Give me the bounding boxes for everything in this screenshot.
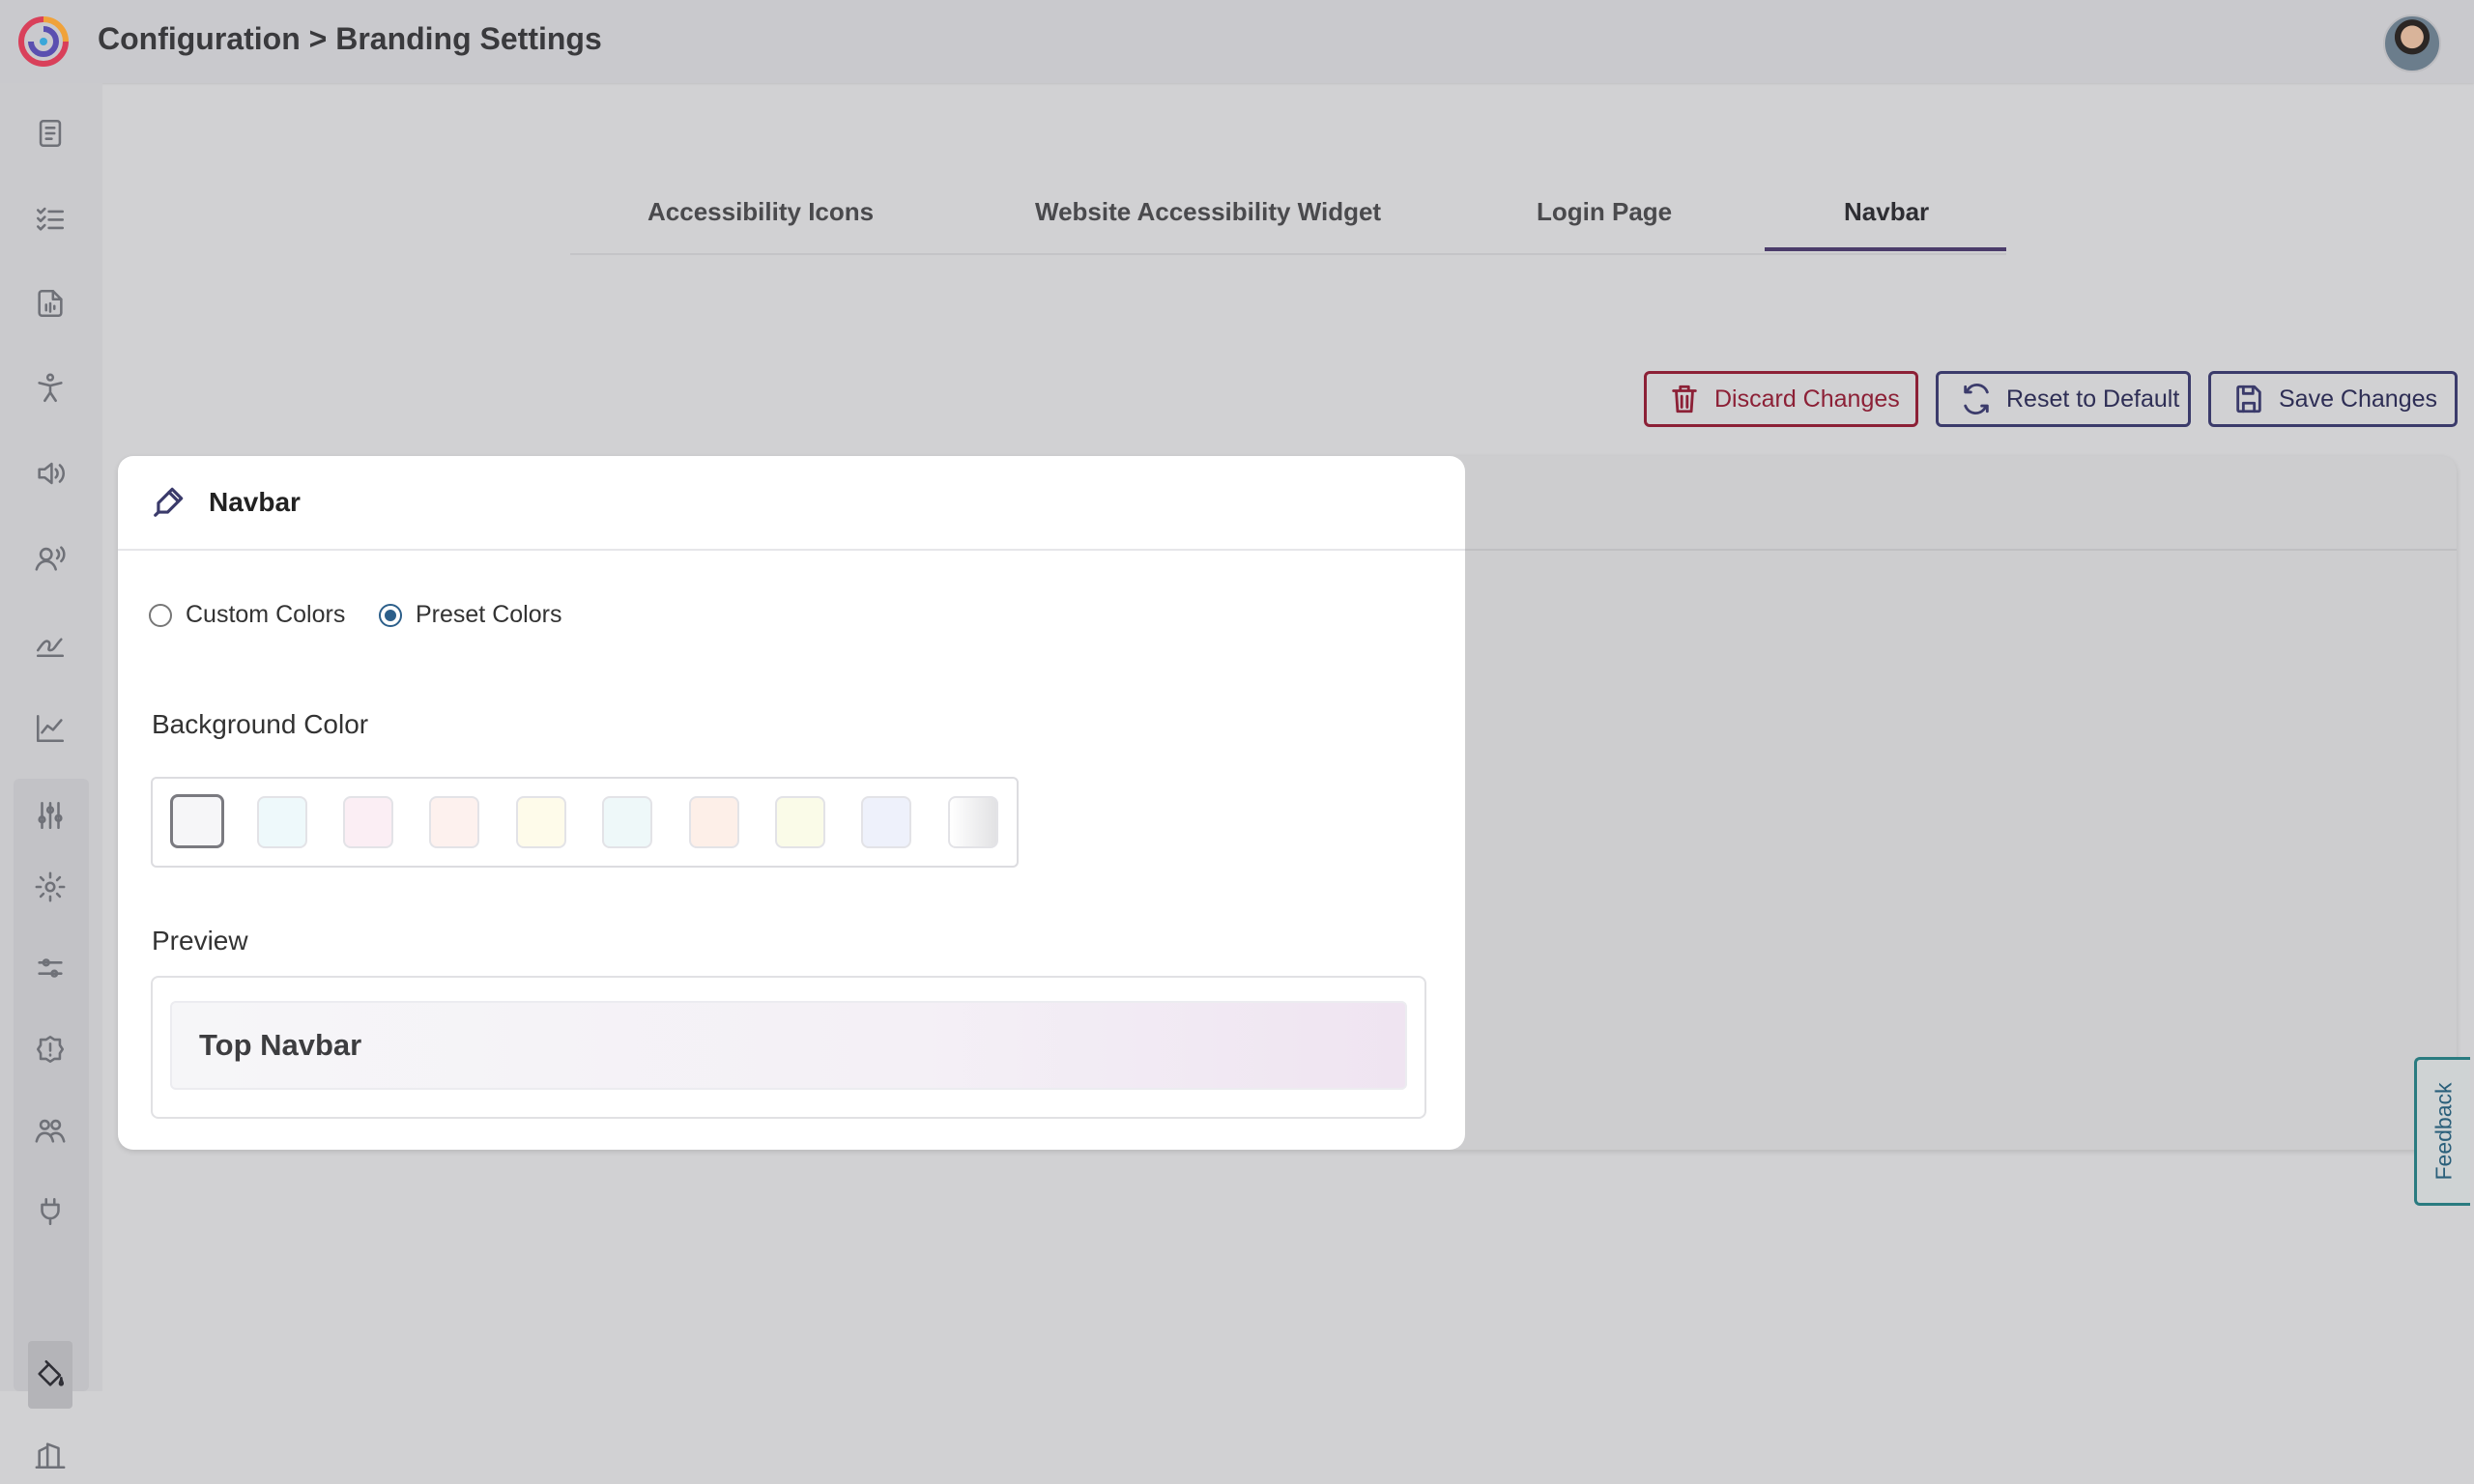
preview-label: Preview <box>152 926 248 956</box>
sidebar-item-voice[interactable] <box>21 529 79 587</box>
reset-to-default-button[interactable]: Reset to Default <box>1936 371 2191 427</box>
navbar-settings-panel: Navbar Custom Colors Preset Colors Backg… <box>118 456 1465 1150</box>
sidebar-item-accessibility[interactable] <box>21 359 79 417</box>
sidebar-item-checklist[interactable] <box>21 189 79 247</box>
feedback-tab[interactable]: Feedback <box>2414 1057 2470 1206</box>
color-swatch[interactable] <box>775 796 825 848</box>
sidebar-item-alerts[interactable] <box>21 1020 79 1078</box>
alert-badge-icon <box>36 1035 65 1064</box>
preview-navbar-text: Top Navbar <box>199 1028 362 1062</box>
signature-icon <box>36 638 65 658</box>
gear-icon <box>35 871 66 902</box>
background-color-label: Background Color <box>152 709 369 739</box>
eyedropper-icon <box>151 483 187 520</box>
navbar-preview: Top Navbar <box>151 976 1426 1119</box>
accessibility-person-icon <box>38 373 63 403</box>
color-swatch-picker <box>151 777 1019 868</box>
building-icon <box>35 1442 66 1470</box>
feedback-label: Feedback <box>2431 1082 2456 1181</box>
preset-colors-label: Preset Colors <box>416 601 562 628</box>
color-swatch[interactable] <box>429 796 479 848</box>
sidebar-item-integrations[interactable] <box>21 1183 79 1241</box>
preview-navbar-bar: Top Navbar <box>170 1001 1407 1090</box>
top-header: Configuration > Branding Settings <box>0 0 2474 83</box>
sidebar-item-organization[interactable] <box>21 1426 79 1484</box>
swirl-logo-icon[interactable] <box>15 14 72 70</box>
sidebar-item-branding[interactable] <box>21 1345 79 1403</box>
color-swatch[interactable] <box>516 796 566 848</box>
preset-colors-option[interactable]: Preset Colors <box>379 601 561 629</box>
refresh-icon <box>1964 384 1989 414</box>
sidebar <box>0 83 102 1470</box>
trash-icon <box>1672 385 1697 414</box>
sidebar-item-analytics[interactable] <box>21 699 79 757</box>
custom-colors-option[interactable]: Custom Colors <box>149 601 345 629</box>
custom-colors-label: Custom Colors <box>186 601 346 628</box>
line-chart-icon <box>36 714 65 743</box>
panel-header: Navbar <box>118 456 1465 551</box>
content-card-divider <box>1465 549 2457 551</box>
save-icon <box>2236 385 2261 414</box>
color-swatch[interactable] <box>948 796 998 848</box>
page-title: Configuration > Branding Settings <box>98 21 602 56</box>
save-changes-label: Save Changes <box>2279 385 2438 413</box>
sidebar-item-audio-file[interactable] <box>21 274 79 332</box>
document-list-icon <box>39 119 62 148</box>
sidebar-item-configuration[interactable] <box>21 786 79 844</box>
discard-changes-label: Discard Changes <box>1714 385 1900 413</box>
tab-website-accessibility-widget[interactable]: Website Accessibility Widget <box>1035 197 1381 227</box>
discard-changes-button[interactable]: Discard Changes <box>1644 371 1918 427</box>
checklist-icon <box>36 207 65 231</box>
sidebar-item-speaker[interactable] <box>21 444 79 502</box>
paint-bucket-icon <box>38 1359 65 1386</box>
sidebar-item-settings[interactable] <box>21 858 79 916</box>
speaker-icon <box>38 462 65 485</box>
preset-colors-radio[interactable] <box>379 603 402 627</box>
voice-user-icon <box>35 546 66 571</box>
color-swatch[interactable] <box>170 794 224 848</box>
color-swatch[interactable] <box>602 796 652 848</box>
branding-tabs: Accessibility Icons Website Accessibilit… <box>570 184 2006 255</box>
tab-active-indicator <box>1765 247 2006 251</box>
tab-accessibility-icons[interactable]: Accessibility Icons <box>647 197 874 227</box>
custom-colors-radio[interactable] <box>149 603 172 627</box>
sliders-icon <box>38 801 63 830</box>
sidebar-item-filters[interactable] <box>21 939 79 997</box>
audio-file-icon <box>38 289 63 318</box>
reset-to-default-label: Reset to Default <box>2006 385 2180 413</box>
filter-sliders-icon <box>38 958 63 978</box>
plug-icon <box>41 1197 60 1226</box>
color-swatch[interactable] <box>343 796 393 848</box>
color-swatch[interactable] <box>689 796 739 848</box>
user-avatar[interactable] <box>2383 14 2441 72</box>
sidebar-item-users[interactable] <box>21 1101 79 1159</box>
color-swatch[interactable] <box>861 796 911 848</box>
tab-login-page[interactable]: Login Page <box>1537 197 1672 227</box>
users-group-icon <box>35 1119 66 1143</box>
sidebar-item-signature[interactable] <box>21 614 79 672</box>
tab-navbar[interactable]: Navbar <box>1844 197 1929 227</box>
panel-title: Navbar <box>209 487 301 517</box>
color-swatch[interactable] <box>257 796 307 848</box>
save-changes-button[interactable]: Save Changes <box>2208 371 2458 427</box>
sidebar-item-documents[interactable] <box>21 104 79 162</box>
